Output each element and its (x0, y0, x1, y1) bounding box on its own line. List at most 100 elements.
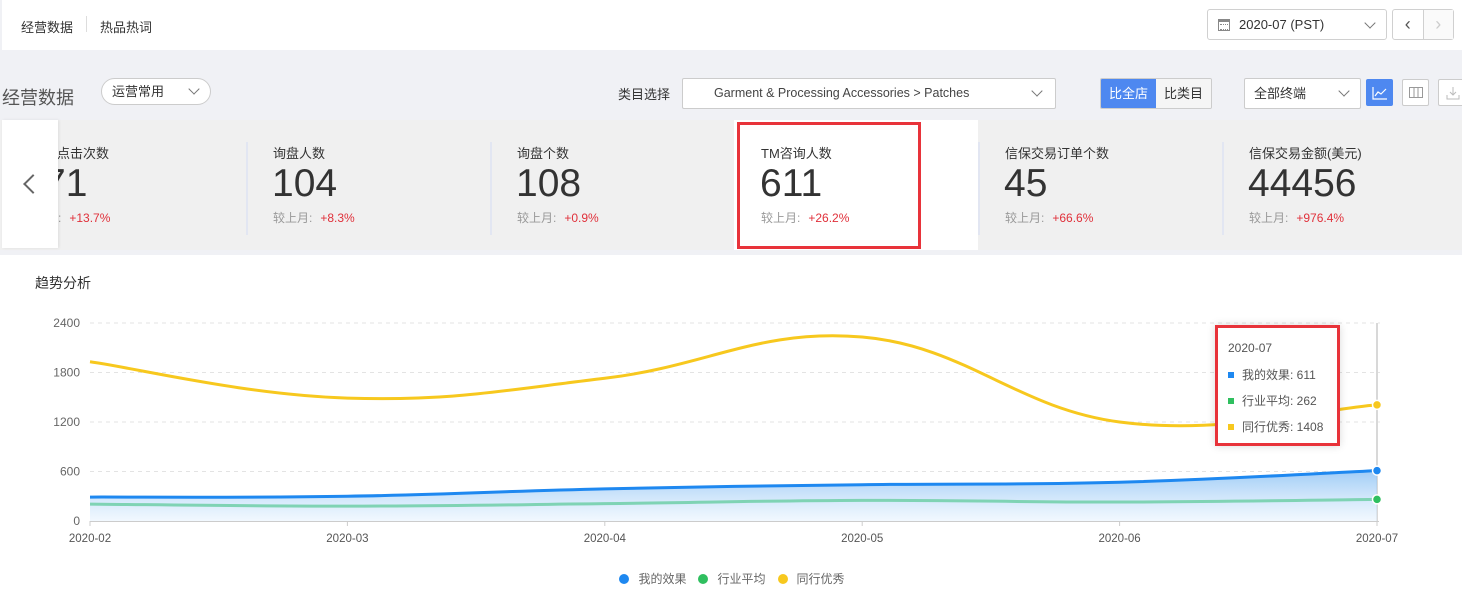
compare-label: 较上月: (273, 211, 313, 225)
compare-pct: +66.6% (1052, 211, 1094, 225)
legend-label: 行业平均 (717, 572, 766, 586)
next-month-button[interactable]: › (1423, 10, 1453, 39)
card-divider (490, 142, 492, 235)
tooltip-row: 我的效果: 611 (1228, 366, 1316, 383)
x-tick-label: 2020-03 (326, 533, 368, 545)
tooltip-row: 行业平均: 262 (1228, 392, 1317, 409)
x-tick-label: 2020-05 (841, 533, 883, 545)
tooltip-row-label: 行业平均: 262 (1242, 394, 1317, 408)
tab-hot-products[interactable]: 热品热词 (100, 17, 152, 36)
chevron-down-icon (1031, 85, 1043, 97)
legend-dot (777, 573, 788, 584)
chevron-down-icon (1364, 17, 1376, 29)
category-value: Garment & Processing Accessories > Patch… (714, 86, 970, 100)
metric-card[interactable]: 信保交易订单个数 45 较上月: +66.6% (978, 120, 1222, 250)
download-icon (1446, 86, 1460, 99)
metric-value: 108 (516, 162, 582, 205)
compare-pct: +976.4% (1296, 211, 1345, 225)
compare-label: 较上月: (1249, 211, 1289, 225)
metric-value: 104 (272, 162, 338, 205)
metric-compare: 较上月: +8.3% (273, 209, 355, 226)
y-tick-label: 1800 (53, 366, 80, 380)
chevron-down-icon (1338, 85, 1350, 97)
metric-card-selected[interactable]: TM咨询人数 611 较上月: +26.2% (734, 120, 978, 250)
metric-title: 询盘人数 (273, 146, 326, 161)
x-tick-label: 2020-04 (584, 533, 627, 545)
compare-toggle: 比全店 比类目 (1100, 78, 1213, 109)
metric-title: 信保交易金额(美元) (1249, 146, 1362, 161)
card-divider (978, 142, 980, 235)
metric-cards: 点击次数 71 月:+13.7% 询盘人数 104 较上月:+8.3% 询盘个数… (0, 120, 1462, 250)
metric-card[interactable]: 询盘人数 104 较上月: +8.3% (246, 120, 490, 250)
trend-title: 趋势分析 (35, 275, 91, 291)
series-swatch (1228, 397, 1234, 404)
top-bar: 经营数据 热品热词 2020-07 (PST) ‹ › (0, 0, 1462, 50)
metric-title: 询盘个数 (517, 146, 570, 161)
x-tick-label: 2020-07 (1356, 533, 1398, 545)
data-point (1371, 494, 1383, 505)
legend-item[interactable]: 行业平均 (698, 570, 766, 587)
section-title: 经营数据 (2, 88, 74, 108)
metric-compare: 较上月: +976.4% (1249, 209, 1344, 226)
y-tick-label: 600 (60, 465, 80, 479)
metric-value: 44456 (1248, 162, 1357, 205)
series-swatch (1228, 423, 1234, 430)
legend-dot (698, 573, 709, 584)
card-divider (246, 142, 248, 235)
metric-title: 点击次数 (57, 146, 110, 161)
compare-pct: +0.9% (564, 211, 599, 225)
y-tick-label: 1200 (53, 415, 80, 429)
month-nav: ‹ › (1392, 9, 1454, 40)
prev-month-button[interactable]: ‹ (1393, 10, 1424, 39)
data-point (1371, 465, 1383, 476)
date-picker[interactable]: 2020-07 (PST) (1207, 9, 1387, 40)
legend-label: 我的效果 (638, 572, 687, 586)
cards-scroll-left-button[interactable] (2, 120, 58, 248)
chart-legend: 我的效果 行业平均 同行优秀 (0, 570, 1462, 587)
metric-card[interactable]: 询盘个数 108 较上月: +0.9% (490, 120, 734, 250)
chevron-left-icon (23, 174, 43, 194)
metric-compare: 较上月: +0.9% (517, 209, 599, 226)
y-tick-label: 0 (73, 514, 80, 528)
compare-pct: +13.7% (69, 211, 111, 225)
preset-value: 运营常用 (112, 84, 165, 99)
terminal-select[interactable]: 全部终端 (1244, 78, 1361, 109)
metric-compare: 较上月: +66.6% (1005, 209, 1093, 226)
series-swatch (1228, 371, 1234, 378)
line-chart-icon (1371, 86, 1387, 100)
tab-divider (86, 16, 87, 32)
download-button[interactable] (1438, 79, 1462, 106)
metric-card[interactable]: 信保交易金额(美元) 44456 较上月: +976.4% (1222, 120, 1462, 250)
chart-tooltip: 2020-07 我的效果: 611 行业平均: 262 同行优秀: 1408 (1215, 325, 1340, 446)
compare-category-button[interactable]: 比类目 (1156, 79, 1212, 108)
chevron-down-icon (188, 83, 200, 95)
metric-compare: 较上月: +26.2% (761, 209, 849, 226)
columns-view-button[interactable] (1402, 79, 1429, 106)
legend-item[interactable]: 我的效果 (619, 570, 686, 587)
tab-business-data[interactable]: 经营数据 (21, 17, 73, 36)
tooltip-row: 同行优秀: 1408 (1228, 418, 1323, 435)
category-select[interactable]: Garment & Processing Accessories > Patch… (682, 78, 1056, 109)
compare-store-button[interactable]: 比全店 (1101, 79, 1157, 108)
terminal-value: 全部终端 (1254, 86, 1307, 101)
metric-title: TM咨询人数 (761, 146, 832, 161)
columns-icon (1408, 87, 1423, 98)
metric-title: 信保交易订单个数 (1005, 146, 1110, 161)
legend-dot (619, 573, 630, 584)
compare-label: 较上月: (761, 211, 801, 225)
calendar-icon (1218, 18, 1230, 31)
left-edge (0, 0, 2, 50)
preset-select[interactable]: 运营常用 (101, 78, 211, 105)
data-point (1371, 399, 1383, 411)
compare-label: 较上月: (517, 211, 557, 225)
compare-pct: +26.2% (808, 211, 850, 225)
date-value: 2020-07 (PST) (1239, 17, 1325, 32)
x-tick-label: 2020-02 (69, 533, 111, 545)
tooltip-title: 2020-07 (1228, 341, 1273, 355)
category-label: 类目选择 (618, 87, 671, 102)
legend-item[interactable]: 同行优秀 (777, 570, 845, 587)
line-chart-view-button[interactable] (1366, 79, 1393, 106)
legend-label: 同行优秀 (796, 572, 845, 586)
tooltip-row-label: 我的效果: 611 (1242, 368, 1316, 382)
x-tick-label: 2020-06 (1098, 533, 1140, 545)
